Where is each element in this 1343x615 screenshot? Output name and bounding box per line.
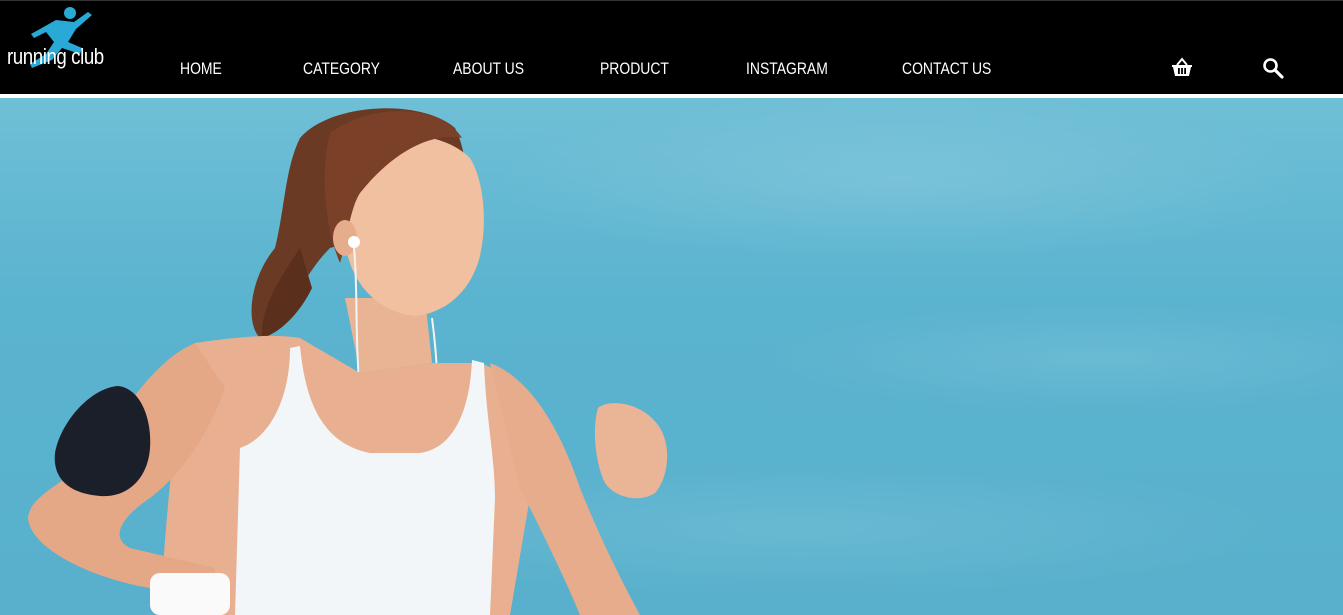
search-button[interactable]	[1261, 56, 1285, 80]
site-header: running club HOME CATEGORY ABOUT US PROD…	[0, 0, 1343, 94]
logo[interactable]: running club	[6, 4, 116, 74]
logo-text: running club	[7, 44, 104, 69]
nav-instagram[interactable]: INSTAGRAM	[746, 59, 828, 79]
nav-product[interactable]: PRODUCT	[600, 59, 669, 79]
cart-button[interactable]	[1170, 56, 1194, 80]
hero-banner	[0, 98, 1343, 615]
search-icon	[1263, 58, 1284, 79]
nav-category[interactable]: CATEGORY	[303, 59, 380, 79]
woman-jogging-photo	[28, 108, 668, 615]
nav-home[interactable]: HOME	[180, 59, 222, 79]
nav-about-us[interactable]: ABOUT US	[453, 59, 524, 79]
nav-contact-us[interactable]: CONTACT US	[902, 59, 991, 79]
basket-icon	[1172, 57, 1192, 76]
